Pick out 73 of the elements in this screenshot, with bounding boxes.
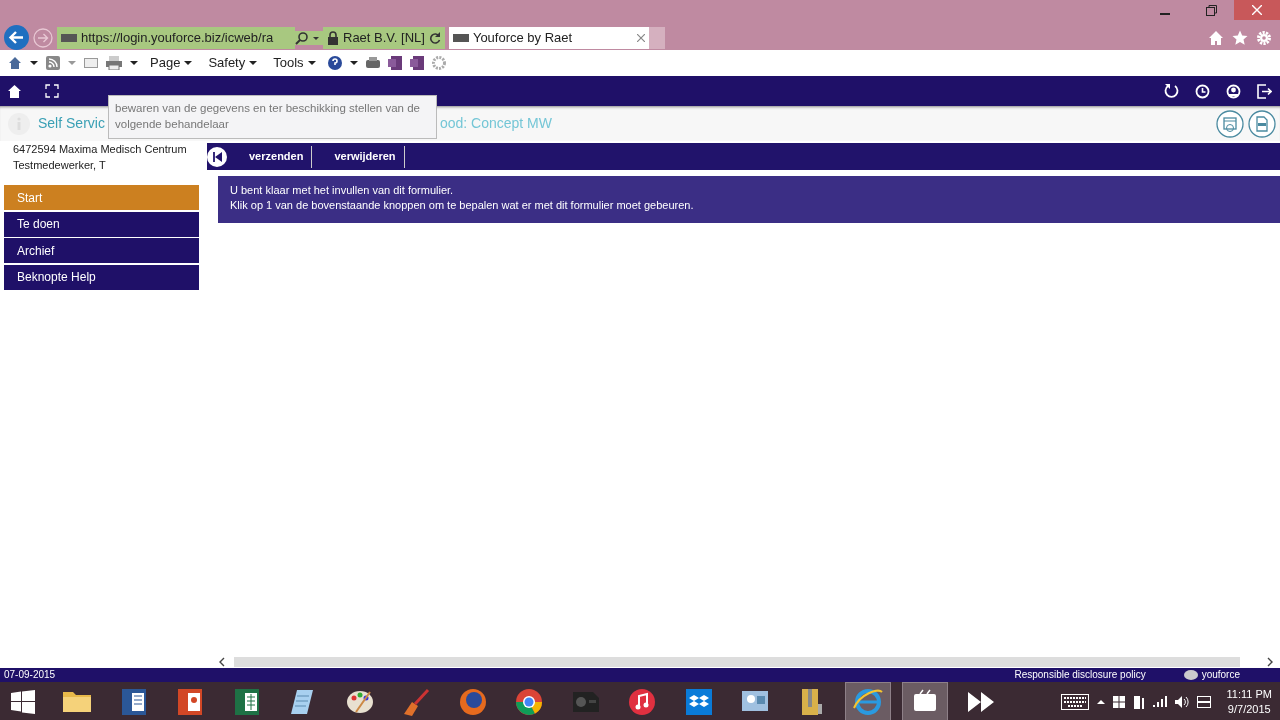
- browser-tab[interactable]: Youforce by Raet: [448, 26, 649, 49]
- refresh-icon: [428, 31, 441, 44]
- caret-icon: [249, 60, 258, 66]
- caret-icon[interactable]: [30, 60, 38, 66]
- pdf-file-icon[interactable]: [1248, 109, 1276, 138]
- keyboard-icon[interactable]: [1060, 693, 1089, 710]
- nav-item[interactable]: Beknopte Help: [4, 264, 199, 290]
- form-title: ood: Concept MW: [439, 114, 552, 133]
- windows-flag-icon[interactable]: [1112, 695, 1125, 708]
- site-identity-text: Raet B.V. [NL]: [343, 28, 425, 47]
- user-info-text: Testmedewerker, T: [12, 158, 107, 173]
- caret-up-icon[interactable]: [1096, 698, 1105, 705]
- menu-button[interactable]: Safety: [204, 53, 262, 73]
- site-favicon-icon: [452, 33, 469, 42]
- clock-date: 9/7/2015: [1226, 701, 1272, 717]
- brand-name: youforce: [1201, 668, 1240, 682]
- home-icon[interactable]: [8, 84, 21, 98]
- settings-icon[interactable]: [1256, 29, 1272, 46]
- site-identity[interactable]: Raet B.V. [NL]: [323, 26, 445, 49]
- battery-icon[interactable]: [1132, 693, 1145, 710]
- scrollbar-thumb[interactable]: [234, 657, 1240, 667]
- caret-icon: [184, 60, 193, 66]
- footer-date: 07-09-2015: [4, 668, 56, 682]
- nav-item[interactable]: Te doen: [4, 211, 199, 237]
- tooltip: bewaren van de gegevens en ter beschikking stellen van de volgende behandelaar: [108, 95, 437, 139]
- star-icon[interactable]: [1232, 29, 1248, 46]
- notebook-icon[interactable]: [387, 56, 402, 70]
- action-button[interactable]: verzenden: [249, 145, 313, 168]
- signal-icon[interactable]: [1152, 695, 1167, 708]
- screen-icon[interactable]: [1196, 695, 1211, 708]
- address-bar[interactable]: https://login.youforce.biz/icweb/ra: [57, 26, 295, 49]
- system-clock[interactable]: 11:11 PM 9/7/2015: [1226, 686, 1272, 717]
- close-icon: [1252, 5, 1262, 15]
- caret-icon: [307, 60, 316, 66]
- printer-icon[interactable]: [106, 56, 122, 70]
- message-text: Klik op 1 van de bovenstaande knoppen om te bepalen wat er met dit formulier moet gebeuren.: [230, 198, 695, 213]
- taskbar-app[interactable]: [901, 682, 948, 720]
- user-circle-icon[interactable]: [1226, 83, 1241, 99]
- help-icon[interactable]: [327, 56, 342, 70]
- minimize-icon: [1160, 13, 1170, 15]
- clock-time: 11:11 PM: [1226, 686, 1272, 702]
- site-favicon-icon: [61, 33, 77, 42]
- lock-icon: [327, 30, 339, 45]
- info-circle-icon: [8, 112, 30, 135]
- close-icon[interactable]: [636, 33, 645, 42]
- history-icon[interactable]: [1195, 83, 1210, 99]
- caret-icon[interactable]: [130, 60, 138, 66]
- close-button[interactable]: [1234, 0, 1280, 20]
- user-info-text: 6472594 Maxima Medisch Centrum: [12, 142, 188, 157]
- brand-logo-icon: [1183, 670, 1198, 680]
- speaker-icon[interactable]: [1174, 695, 1189, 708]
- expand-icon[interactable]: [45, 84, 59, 98]
- caret-icon: [309, 30, 323, 45]
- caret-icon[interactable]: [349, 60, 358, 66]
- tab-title: Youforce by Raet: [472, 28, 574, 47]
- disclosure-link[interactable]: Responsible disclosure policy: [1014, 668, 1146, 682]
- menu-button[interactable]: Tools: [269, 53, 320, 73]
- windows-logo-icon: [11, 689, 35, 714]
- refresh-icon[interactable]: [1164, 83, 1179, 99]
- restore-icon: [1205, 4, 1217, 16]
- search-icon: [295, 30, 309, 45]
- logout-icon[interactable]: [1257, 83, 1272, 99]
- action-button[interactable]: verwijderen: [334, 145, 405, 168]
- url-text: https://login.youforce.biz/icweb/ra: [81, 28, 274, 47]
- scroll-left-icon[interactable]: [218, 657, 226, 667]
- menu-button[interactable]: Page: [146, 53, 197, 73]
- back-button[interactable]: [4, 25, 29, 50]
- notebook-icon[interactable]: [409, 56, 424, 70]
- message-text: U bent klaar met het invullen van dit formulier.: [230, 183, 455, 198]
- feed-icon[interactable]: [46, 56, 60, 70]
- scroll-right-icon[interactable]: [1266, 657, 1274, 667]
- back-circle-icon[interactable]: [207, 146, 227, 167]
- nav-item[interactable]: Archief: [4, 238, 199, 263]
